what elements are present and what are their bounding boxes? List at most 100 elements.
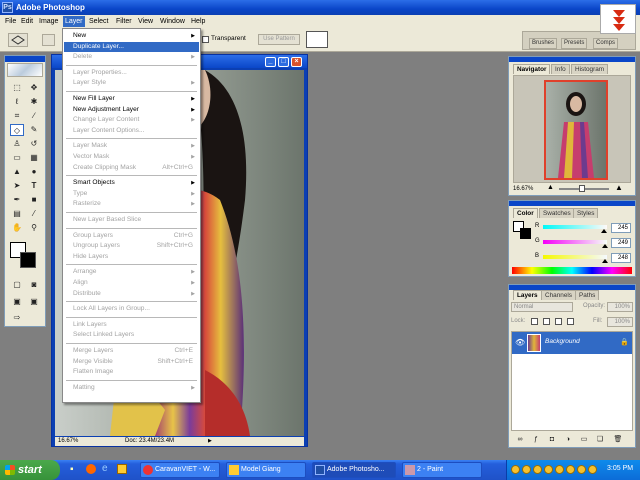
ie-icon[interactable]: e <box>102 463 108 474</box>
zoom-in-icon[interactable]: ▲ <box>615 183 623 192</box>
magic-wand-tool-icon[interactable]: ✱ <box>27 96 41 108</box>
delete-layer-icon[interactable]: 🗑 <box>611 434 625 446</box>
update-notifier[interactable] <box>600 4 636 34</box>
menu-item-lock-all-layers-in-group[interactable]: Lock All Layers in Group... <box>64 304 199 314</box>
status-menu-arrow-icon[interactable]: ▶ <box>208 437 212 446</box>
dodge-tool-icon[interactable]: ● <box>27 166 41 178</box>
layer-name[interactable]: Background <box>545 338 580 345</box>
navigator-zoom-value[interactable]: 16.67% <box>513 186 533 192</box>
crop-tool-icon[interactable]: ⌗ <box>10 110 24 122</box>
menu-select[interactable]: Select <box>87 16 110 27</box>
task-caravanviet[interactable]: CaravanVIET - W... <box>140 462 220 478</box>
document-zoom-readout[interactable]: 16.67% <box>58 437 78 446</box>
tab-info[interactable]: Info <box>551 64 570 74</box>
add-mask-icon[interactable]: ◘ <box>545 434 559 446</box>
menu-item-delete[interactable]: Delete ▶ <box>64 52 199 62</box>
color-bg-swatch[interactable] <box>520 228 531 239</box>
task-photoshop[interactable]: Adobe Photosho... <box>312 462 396 478</box>
tray-icon[interactable] <box>566 465 575 474</box>
task-model-giang[interactable]: Model Giang <box>226 462 306 478</box>
tray-icon[interactable] <box>544 465 553 474</box>
menu-help[interactable]: Help <box>189 16 207 27</box>
tray-icon[interactable] <box>533 465 542 474</box>
type-tool-icon[interactable]: T <box>27 180 41 192</box>
menu-item-align[interactable]: Align ▶ <box>64 278 199 288</box>
navigator-preview[interactable] <box>513 75 631 183</box>
tab-swatches[interactable]: Swatches <box>539 208 575 218</box>
doc-maximize-button[interactable]: □ <box>278 57 289 67</box>
marquee-tool-icon[interactable]: ⬚ <box>10 82 24 94</box>
menu-item-smart-objects[interactable]: Smart Objects ▶ <box>64 178 199 188</box>
new-group-icon[interactable]: ▭ <box>577 434 591 446</box>
screen-mode-full-icon[interactable]: ▣ <box>27 296 41 308</box>
tab-color[interactable]: Color <box>513 208 538 218</box>
background-color-swatch[interactable] <box>20 252 36 268</box>
menu-item-layer-style[interactable]: Layer Style ▶ <box>64 78 199 88</box>
menu-item-select-linked-layers[interactable]: Select Linked Layers <box>64 330 199 340</box>
document-size-info[interactable]: Doc: 23.4M/23.4M <box>125 437 174 446</box>
screen-mode-standard-icon[interactable]: ▣ <box>10 296 24 308</box>
navigator-view-box[interactable] <box>544 80 608 180</box>
tool-preset-picker[interactable] <box>8 33 28 47</box>
path-selection-tool-icon[interactable]: ➤ <box>10 180 24 192</box>
menu-item-link-layers[interactable]: Link Layers <box>64 320 199 330</box>
menu-image[interactable]: Image <box>37 16 60 27</box>
brush-tool-icon[interactable]: ✎ <box>27 124 41 136</box>
tab-paths[interactable]: Paths <box>575 290 600 300</box>
menu-item-merge-visible[interactable]: Merge Visible Shift+Ctrl+E <box>64 357 199 367</box>
gradient-tool-icon[interactable]: ▦ <box>27 152 41 164</box>
lasso-tool-icon[interactable]: ℓ <box>10 96 24 108</box>
menu-item-matting[interactable]: Matting ▶ <box>64 383 199 393</box>
channel-slider[interactable] <box>543 255 607 259</box>
tab-histogram[interactable]: Histogram <box>571 64 609 74</box>
tray-icon[interactable] <box>588 465 597 474</box>
well-tab-brushes[interactable]: Brushes <box>529 38 558 49</box>
hand-tool-icon[interactable]: ✋ <box>10 222 24 234</box>
tab-navigator[interactable]: Navigator <box>513 64 551 74</box>
lock-transparency-checkbox[interactable] <box>531 318 538 325</box>
pen-tool-icon[interactable]: ✒ <box>10 194 24 206</box>
tray-icon[interactable] <box>555 465 564 474</box>
doc-minimize-button[interactable]: _ <box>265 57 276 67</box>
tab-layers[interactable]: Layers <box>513 290 542 300</box>
menu-item-distribute[interactable]: Distribute ▶ <box>64 289 199 299</box>
blur-tool-icon[interactable]: ▲ <box>10 166 24 178</box>
channel-value-field[interactable]: 249 <box>611 238 631 248</box>
quicklaunch-icon[interactable] <box>117 464 127 474</box>
menu-item-ungroup-layers[interactable]: Ungroup Layers Shift+Ctrl+G <box>64 241 199 251</box>
toolbox-header[interactable] <box>5 56 45 62</box>
menu-item-layer-mask[interactable]: Layer Mask ▶ <box>64 141 199 151</box>
well-tab-comps[interactable]: Comps <box>593 38 619 49</box>
menu-item-arrange[interactable]: Arrange ▶ <box>64 267 199 277</box>
menu-window[interactable]: Window <box>158 16 187 27</box>
channel-slider-thumb[interactable] <box>602 244 608 248</box>
tab-channels[interactable]: Channels <box>541 290 577 300</box>
menu-item-hide-layers[interactable]: Hide Layers <box>64 252 199 262</box>
task-paint[interactable]: 2 - Paint <box>402 462 482 478</box>
channel-value-field[interactable]: 248 <box>611 253 631 263</box>
opacity-field[interactable]: 100% <box>607 302 633 312</box>
layer-visibility-eye-icon[interactable]: 👁 <box>515 338 525 347</box>
tray-icon[interactable] <box>522 465 531 474</box>
slice-tool-icon[interactable]: ∕ <box>27 110 41 122</box>
firefox-icon[interactable] <box>86 464 96 474</box>
clock[interactable]: 3:05 PM <box>607 465 633 472</box>
lock-position-checkbox[interactable] <box>555 318 562 325</box>
menu-view[interactable]: View <box>136 16 155 27</box>
menu-item-rasterize[interactable]: Rasterize ▶ <box>64 199 199 209</box>
navigator-zoom-thumb[interactable] <box>579 185 585 192</box>
tray-icon[interactable] <box>511 465 520 474</box>
menu-item-merge-layers[interactable]: Merge Layers Ctrl+E <box>64 346 199 356</box>
move-tool-icon[interactable]: ✥ <box>27 82 41 94</box>
menu-layer[interactable]: Layer <box>63 16 85 27</box>
menu-item-type[interactable]: Type ▶ <box>64 189 199 199</box>
menu-item-change-layer-content[interactable]: Change Layer Content ▶ <box>64 115 199 125</box>
channel-slider-thumb[interactable] <box>602 259 608 263</box>
new-layer-icon[interactable]: ❏ <box>593 434 607 446</box>
clone-stamp-tool-icon[interactable]: ♙ <box>10 138 24 150</box>
lock-all-checkbox[interactable] <box>567 318 574 325</box>
menu-file[interactable]: File <box>3 16 18 27</box>
link-layers-icon[interactable]: ∞ <box>513 434 527 446</box>
eraser-tool-icon[interactable]: ▭ <box>10 152 24 164</box>
show-desktop-icon[interactable]: ▪ <box>70 464 74 475</box>
